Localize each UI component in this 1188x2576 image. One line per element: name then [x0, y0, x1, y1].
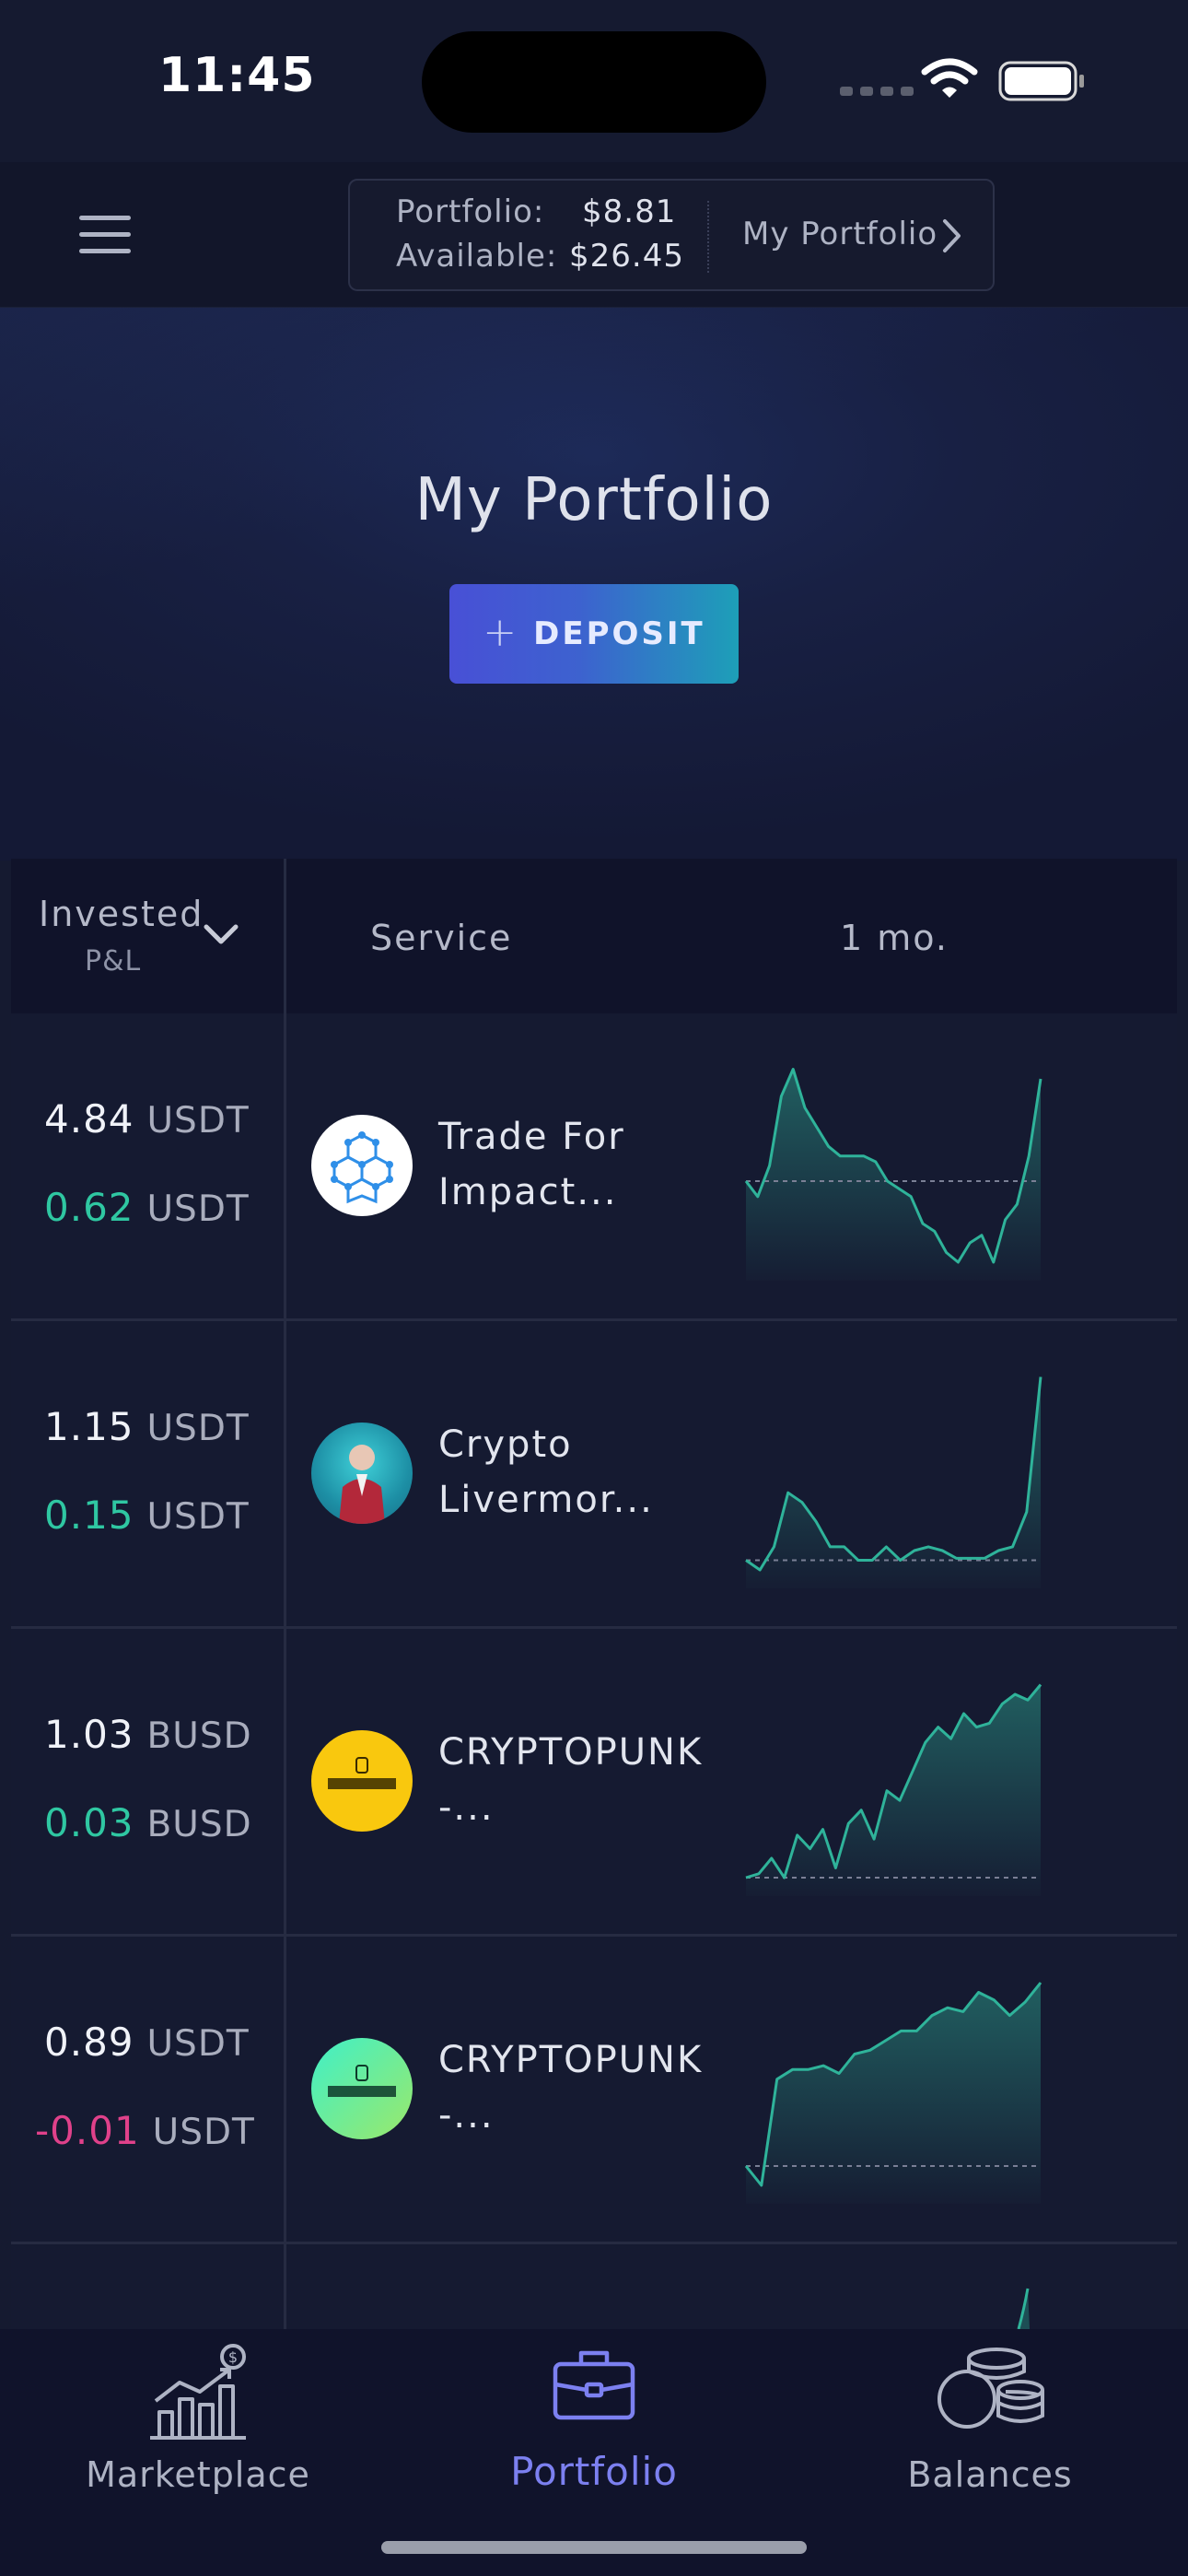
pnl-value: -0.01	[35, 2108, 140, 2153]
cubes-logo-icon	[311, 1115, 413, 1216]
status-bar: 11:45	[0, 0, 1188, 162]
service-name: CRYPTOPUNK -...	[438, 2039, 704, 2137]
svg-text:$: $	[228, 2348, 238, 2366]
invested-currency: USDT	[146, 2023, 250, 2065]
available-row: Available: $26.45	[396, 238, 683, 275]
available-label: Available:	[396, 238, 558, 275]
table-row[interactable]: 1.03 BUSD 0.03 BUSD CRYPTOPUNK -...	[11, 1629, 1177, 1937]
sparkline-area	[746, 1376, 1041, 1588]
sparkline-area	[746, 1684, 1041, 1896]
invested-currency: USDT	[146, 1100, 250, 1142]
sparkline-area	[746, 1983, 1041, 2204]
sparkline-chart	[745, 1683, 1042, 1896]
portfolio-label: Portfolio:	[396, 193, 545, 230]
column-pnl: P&L	[85, 945, 142, 978]
cryptopunk-logo-yellow	[311, 1730, 413, 1832]
coins-icon	[938, 2348, 1044, 2429]
briefcase-icon	[553, 2350, 635, 2420]
my-portfolio-link[interactable]: My Portfolio	[742, 216, 938, 252]
summary-divider	[707, 201, 709, 273]
invested-value: 1.03	[44, 1712, 134, 1757]
invested-currency: BUSD	[146, 1715, 252, 1757]
cryptopunk-logo-green	[311, 2038, 413, 2139]
home-indicator	[381, 2541, 807, 2554]
available-value: $26.45	[569, 238, 684, 275]
pnl-currency: USDT	[146, 1496, 250, 1538]
invested-value: 4.84	[44, 1096, 134, 1142]
deposit-button[interactable]: + DEPOSIT	[449, 584, 739, 684]
screen: 11:45 Portfolio: $8.81 Available: $26.45…	[0, 0, 1188, 2576]
tab-portfolio[interactable]: Portfolio	[396, 2329, 792, 2513]
cellular-icon	[840, 87, 914, 96]
sparkline-chart	[744, 1982, 1042, 2204]
chevron-down-icon[interactable]	[203, 923, 239, 947]
invested-value: 0.89	[44, 2020, 134, 2065]
sparkline-chart-partial	[1017, 2288, 1030, 2330]
pnl-currency: USDT	[152, 2112, 255, 2153]
battery-icon	[998, 61, 1084, 101]
column-divider	[284, 859, 286, 2329]
pnl-amount: -0.01 USDT	[35, 2108, 255, 2153]
pnl-value: 0.15	[44, 1493, 134, 1538]
portfolio-value: $8.81	[582, 193, 677, 230]
dynamic-island	[422, 31, 766, 133]
invested-amount: 0.89 USDT	[44, 2020, 250, 2065]
column-invested[interactable]: Invested	[39, 894, 204, 934]
portfolio-summary[interactable]: Portfolio: $8.81 Available: $26.45 My Po…	[348, 179, 995, 291]
column-service: Service	[370, 918, 513, 958]
invested-amount: 1.15 USDT	[44, 1404, 250, 1449]
status-time: 11:45	[158, 48, 316, 103]
pnl-value: 0.03	[44, 1800, 134, 1845]
invested-value: 1.15	[44, 1404, 134, 1449]
invested-amount: 4.84 USDT	[44, 1096, 250, 1142]
sparkline-chart	[745, 1376, 1042, 1588]
invested-currency: USDT	[146, 1408, 250, 1449]
page-title: My Portfolio	[414, 466, 774, 534]
tab-marketplace-label: Marketplace	[86, 2454, 310, 2495]
plus-icon: +	[483, 608, 518, 656]
hero: My Portfolio + DEPOSIT	[0, 308, 1188, 861]
sparkline-chart	[744, 1068, 1042, 1281]
wifi-icon	[921, 58, 978, 98]
portfolio-row: Portfolio: $8.81	[396, 193, 675, 230]
pnl-currency: BUSD	[146, 1804, 252, 1845]
table-row[interactable]: 1.15 USDT 0.15 USDT Crypto Livermor...	[11, 1321, 1177, 1629]
pnl-amount: 0.03 BUSD	[44, 1800, 252, 1845]
tab-balances-label: Balances	[907, 2454, 1073, 2495]
menu-icon[interactable]	[79, 216, 131, 254]
tab-marketplace[interactable]: $ Marketplace	[0, 2329, 396, 2513]
chart-dollar-icon: $	[150, 2344, 246, 2440]
deposit-label: DEPOSIT	[533, 615, 705, 652]
portfolio-table: Invested P&L Service 1 mo. 4.84 USDT 0.62…	[11, 859, 1177, 2330]
pnl-amount: 0.62 USDT	[44, 1185, 250, 1230]
table-header: Invested P&L Service 1 mo.	[11, 859, 1177, 1013]
tab-balances[interactable]: Balances	[792, 2329, 1188, 2513]
hero-background	[0, 308, 1188, 617]
table-row[interactable]: 0.89 USDT -0.01 USDT CRYPTOPUNK -...	[11, 1937, 1177, 2244]
pnl-amount: 0.15 USDT	[44, 1493, 250, 1538]
service-name: Crypto Livermor...	[438, 1423, 654, 1521]
pnl-currency: USDT	[146, 1188, 250, 1230]
service-name: Trade For Impact...	[438, 1116, 625, 1213]
table-row[interactable]: 4.84 USDT 0.62 USDT Trade For Impact...	[11, 1013, 1177, 1321]
column-period[interactable]: 1 mo.	[840, 918, 949, 958]
invested-amount: 1.03 BUSD	[44, 1712, 252, 1757]
service-name: CRYPTOPUNK -...	[438, 1731, 704, 1829]
tab-portfolio-label: Portfolio	[510, 2449, 678, 2494]
tab-bar: $ Marketplace Portfolio Balances	[0, 2329, 1188, 2576]
chevron-right-icon	[943, 219, 961, 252]
pnl-value: 0.62	[44, 1185, 134, 1230]
person-avatar-icon	[311, 1423, 413, 1524]
